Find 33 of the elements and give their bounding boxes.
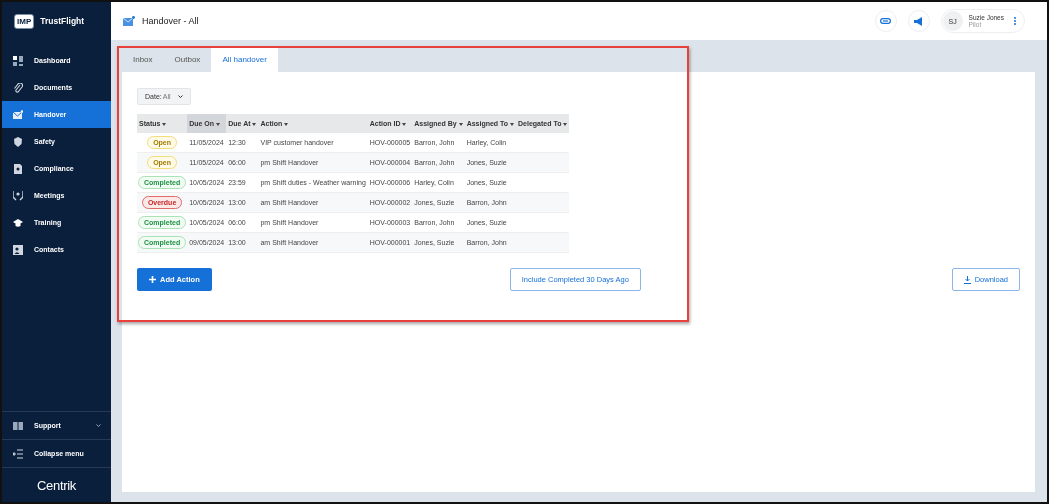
sort-caret-icon <box>458 122 463 126</box>
page-title: Handover - All <box>142 16 199 26</box>
sort-caret-icon <box>162 122 167 126</box>
shield-icon <box>13 136 23 147</box>
contact-card-icon <box>13 244 23 255</box>
link-icon <box>880 18 892 24</box>
dashboard-icon <box>13 55 23 66</box>
paperclip-icon <box>13 82 23 93</box>
plus-icon <box>149 276 156 283</box>
document-icon <box>13 163 23 174</box>
sort-caret-icon <box>252 122 257 126</box>
people-icon <box>13 190 23 201</box>
chevron-down-icon <box>177 95 183 98</box>
collapse-menu-icon <box>13 448 23 459</box>
brand-name: TrustFlight <box>40 16 85 26</box>
chevron-down-icon <box>96 424 101 427</box>
link-button[interactable] <box>874 10 897 32</box>
envelope-icon <box>123 16 135 26</box>
sort-caret-icon <box>216 122 220 126</box>
centrik-logo: Centrik <box>36 477 77 493</box>
tab[interactable]: All handover <box>211 47 278 72</box>
sort-caret-icon <box>510 122 515 126</box>
sort-caret-icon <box>284 122 289 126</box>
tab[interactable]: Inbox <box>122 47 164 72</box>
logo-badge: IMP <box>14 13 35 29</box>
announcement-button[interactable] <box>907 10 930 32</box>
book-icon <box>13 420 23 431</box>
megaphone-icon <box>914 16 924 26</box>
sort-caret-icon <box>563 122 568 126</box>
graduation-cap-icon <box>13 217 23 228</box>
sort-caret-icon <box>402 122 407 126</box>
envelope-icon <box>13 109 23 120</box>
download-icon <box>963 275 971 284</box>
